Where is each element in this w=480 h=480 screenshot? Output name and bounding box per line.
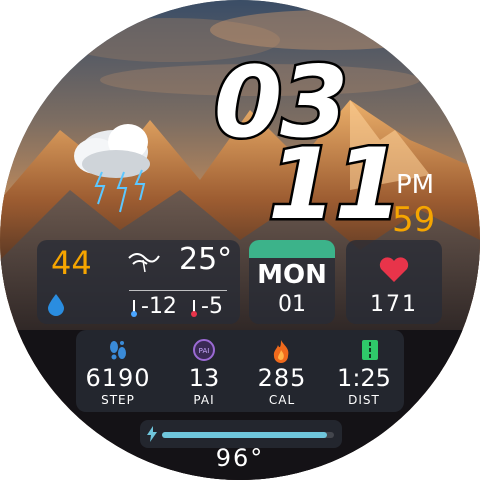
high-temperature: -5 — [201, 294, 223, 319]
weather-divider — [119, 246, 120, 318]
weekday-label: MON — [257, 260, 327, 290]
battery-value: 96° — [215, 444, 265, 472]
battery-track — [162, 432, 334, 438]
svg-text:PAI: PAI — [199, 347, 210, 355]
ampm-indicator: PM — [396, 170, 435, 200]
heart-rate-panel[interactable]: 171 — [346, 240, 442, 324]
distance-value: 1:25 — [337, 364, 391, 392]
humidity-value: 44 — [51, 244, 92, 282]
weather-separator — [129, 290, 227, 291]
road-icon — [362, 340, 378, 360]
footsteps-icon — [110, 341, 126, 360]
calories-value: 285 — [257, 364, 307, 392]
weather-panel[interactable]: 44 25° -12 -5 — [37, 240, 240, 324]
thunderstorm-cloud-icon — [74, 124, 150, 213]
pai-icon: PAI — [193, 339, 215, 361]
wind-icon — [128, 253, 160, 273]
date-accent-bar — [249, 240, 335, 258]
flame-icon — [273, 340, 289, 363]
pai-value: 13 — [188, 364, 220, 392]
stats-panel[interactable]: 6190 STEP PAI 13 PAI 285 CAL 1:25 DIST — [76, 330, 404, 412]
temperature-value: 25° — [179, 242, 233, 277]
lightning-icon — [147, 426, 157, 442]
battery-fill — [162, 432, 327, 438]
date-panel[interactable]: MON 01 — [249, 240, 335, 324]
minute-display: 11 — [265, 128, 404, 242]
thermometer-high-icon — [191, 300, 197, 317]
thermometer-low-icon — [131, 300, 137, 317]
water-drop-icon — [48, 294, 64, 316]
distance-label: DIST — [348, 393, 380, 407]
pai-label: PAI — [193, 393, 215, 407]
steps-label: STEP — [101, 393, 135, 407]
watch-face: 03 11 PM 59 44 25° -12 -5 MON 01 171 619… — [0, 0, 480, 480]
heart-icon — [379, 257, 409, 282]
seconds-display: 59 — [392, 200, 436, 240]
calories-label: CAL — [268, 393, 296, 407]
heart-rate-value: 171 — [370, 292, 418, 317]
day-number: 01 — [278, 292, 306, 317]
low-temperature: -12 — [141, 294, 177, 319]
steps-value: 6190 — [85, 364, 151, 392]
